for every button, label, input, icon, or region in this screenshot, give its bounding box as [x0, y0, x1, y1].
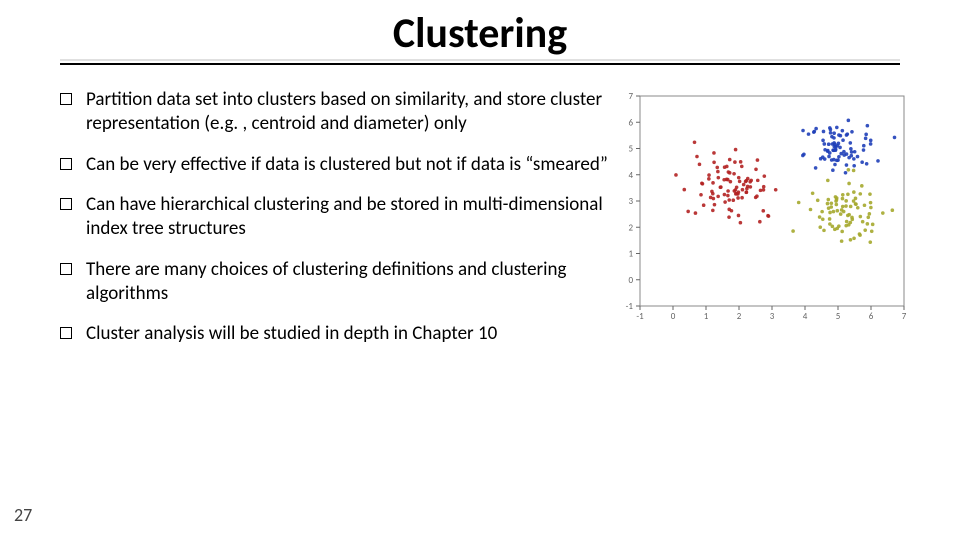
- cluster-scatter-chart: -1 0 1 2 3 4 5 6 7 -1 0 1 2 3 4 5 6 7: [612, 88, 912, 328]
- bullet-list: Partition data set into clusters based o…: [60, 88, 620, 347]
- svg-text:6: 6: [628, 117, 633, 128]
- svg-text:2: 2: [737, 311, 742, 322]
- svg-text:1: 1: [704, 311, 709, 322]
- bullet-item: Cluster analysis will be studied in dept…: [60, 322, 620, 346]
- slide-title: Clustering: [60, 8, 900, 59]
- bullet-item: Can have hierarchical clustering and be …: [60, 193, 620, 242]
- page-number: 27: [14, 504, 32, 526]
- svg-text:1: 1: [628, 249, 633, 260]
- svg-text:-1: -1: [636, 311, 644, 322]
- bullet-item: There are many choices of clustering def…: [60, 258, 620, 307]
- svg-text:7: 7: [628, 91, 633, 102]
- bullet-item: Partition data set into clusters based o…: [60, 88, 620, 137]
- bullet-item: Can be very effective if data is cluster…: [60, 153, 620, 177]
- svg-text:0: 0: [628, 275, 633, 286]
- svg-text:4: 4: [628, 170, 633, 181]
- svg-text:4: 4: [803, 311, 808, 322]
- body-content: Partition data set into clusters based o…: [60, 88, 620, 363]
- svg-text:0: 0: [671, 311, 676, 322]
- svg-text:7: 7: [902, 311, 907, 322]
- svg-text:5: 5: [836, 311, 841, 322]
- svg-text:-1: -1: [626, 301, 634, 312]
- svg-text:3: 3: [628, 196, 633, 207]
- svg-text:5: 5: [628, 144, 633, 155]
- svg-text:2: 2: [628, 222, 633, 233]
- title-underline-shadow: [60, 59, 900, 61]
- title-area: Clustering: [60, 8, 900, 65]
- svg-text:6: 6: [869, 311, 874, 322]
- svg-text:3: 3: [770, 311, 775, 322]
- slide: Clustering Partition data set into clust…: [0, 0, 960, 540]
